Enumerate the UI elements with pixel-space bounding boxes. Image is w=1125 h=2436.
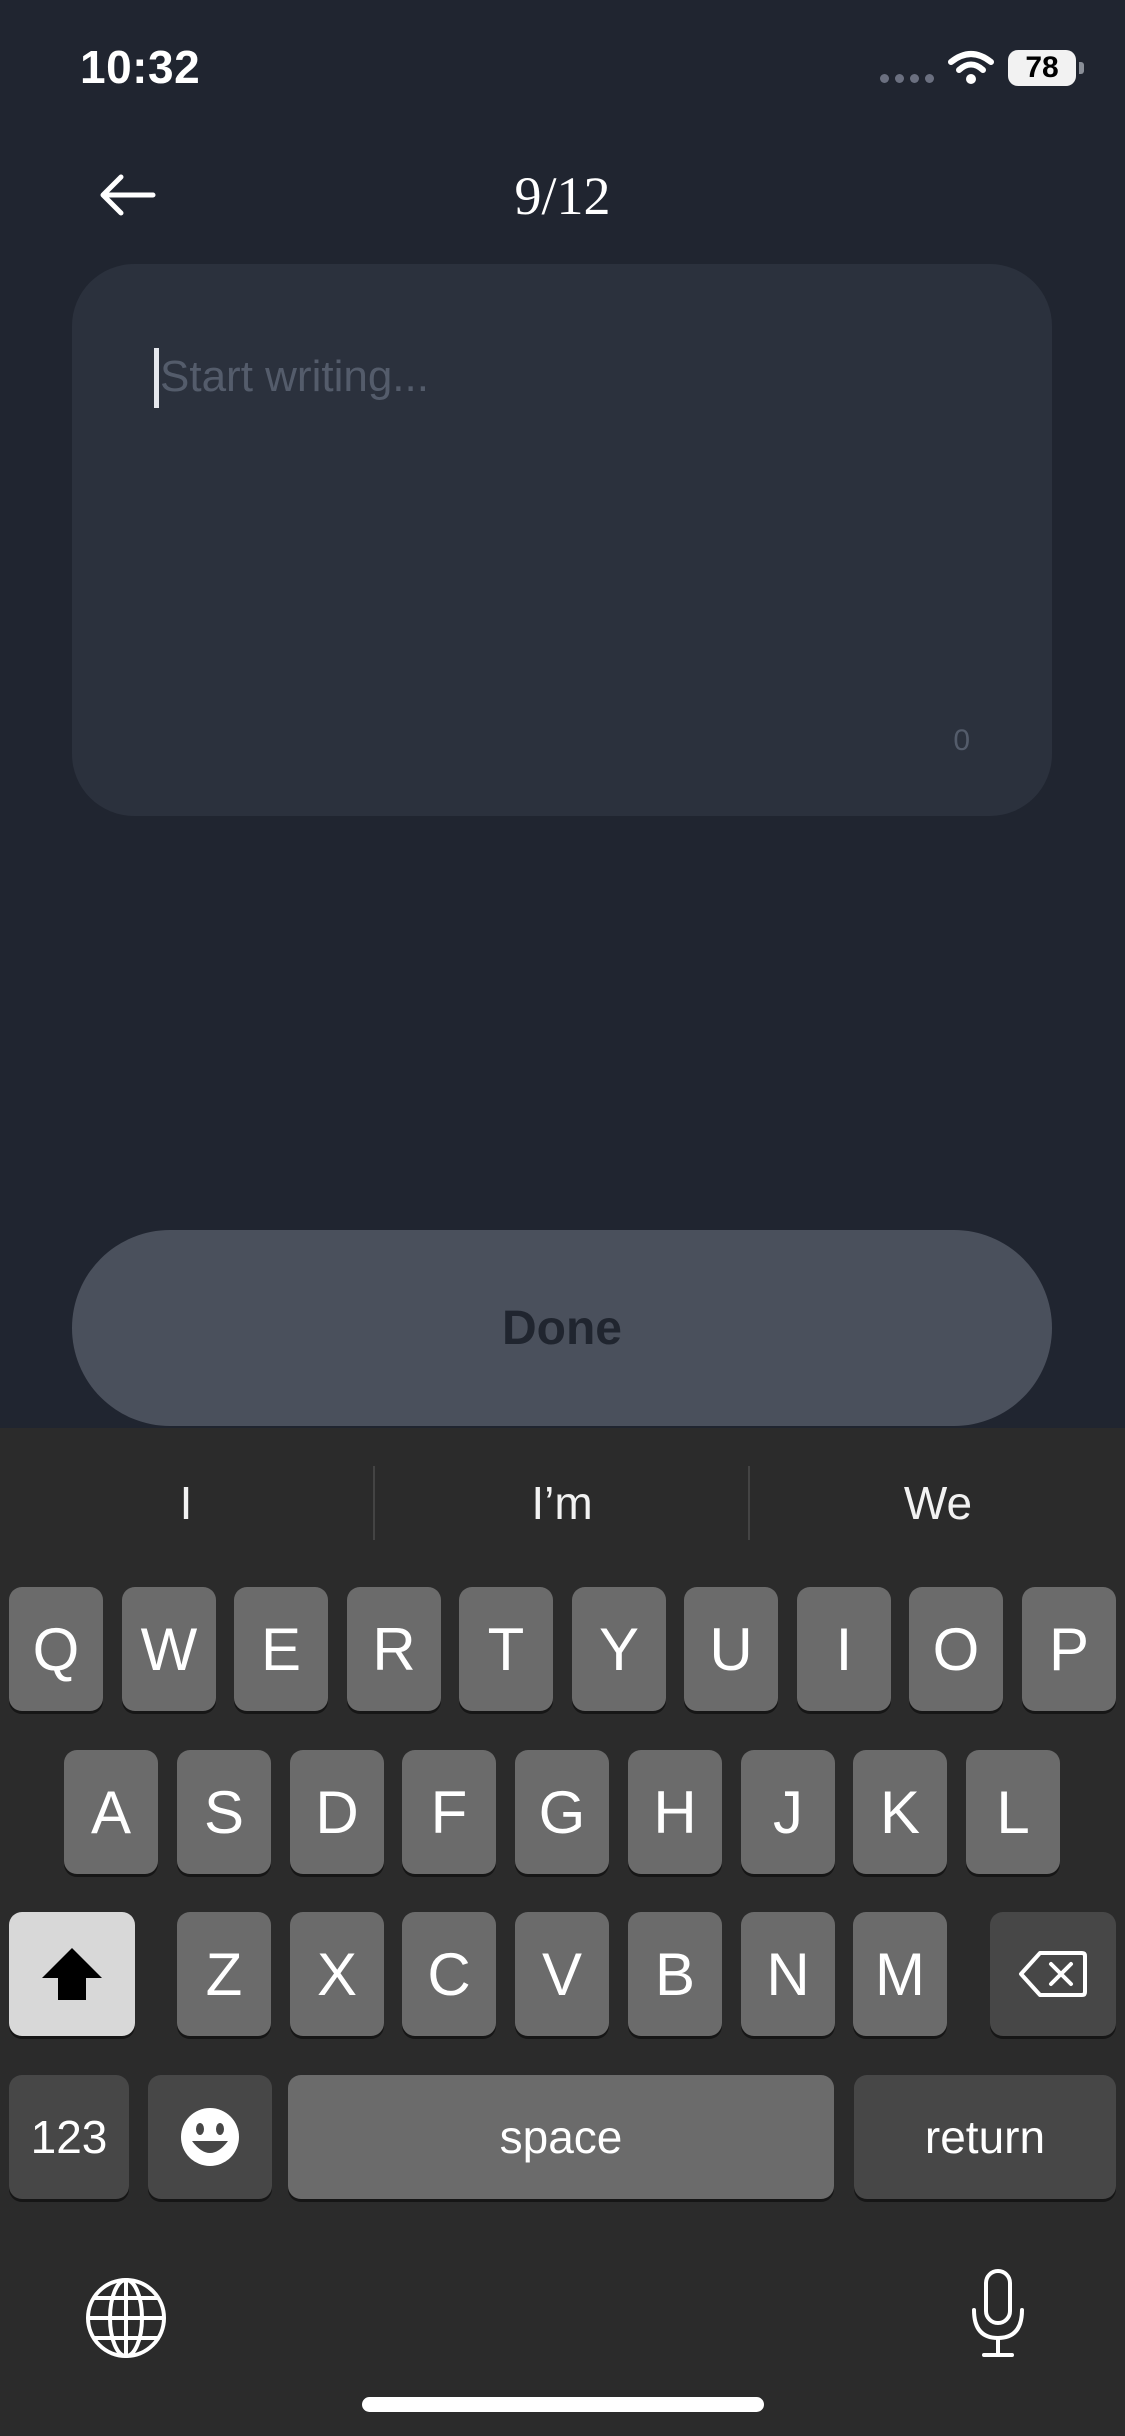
wifi-icon <box>948 51 994 84</box>
key-r[interactable]: R <box>347 1587 441 1711</box>
suggestion-bar: I I’m We <box>0 1428 1125 1578</box>
key-b[interactable]: B <box>628 1912 722 2036</box>
suggestion-1[interactable]: I <box>0 1428 372 1578</box>
text-placeholder: Start writing... <box>160 352 429 401</box>
text-cursor <box>154 348 159 408</box>
key-g[interactable]: G <box>515 1750 609 1874</box>
battery-nub <box>1079 62 1084 74</box>
emoji-key[interactable] <box>148 2075 272 2199</box>
key-a[interactable]: A <box>64 1750 158 1874</box>
cellular-signal-icon <box>880 74 934 83</box>
shift-icon <box>42 1948 102 2000</box>
battery-icon: 78 <box>1008 50 1076 86</box>
key-p[interactable]: P <box>1022 1587 1116 1711</box>
done-button[interactable]: Done <box>72 1230 1052 1426</box>
page-counter: 9/12 <box>514 166 611 226</box>
suggestion-divider <box>748 1466 750 1540</box>
key-e[interactable]: E <box>234 1587 328 1711</box>
key-v[interactable]: V <box>515 1912 609 2036</box>
key-w[interactable]: W <box>122 1587 216 1711</box>
key-z[interactable]: Z <box>177 1912 271 2036</box>
key-j[interactable]: J <box>741 1750 835 1874</box>
key-i[interactable]: I <box>797 1587 891 1711</box>
globe-icon[interactable] <box>84 2276 168 2360</box>
journal-text-area[interactable]: Start writing... 0 <box>72 264 1052 816</box>
key-s[interactable]: S <box>177 1750 271 1874</box>
key-d[interactable]: D <box>290 1750 384 1874</box>
character-count: 0 <box>953 724 970 757</box>
suggestion-2[interactable]: I’m <box>376 1428 748 1578</box>
emoji-icon <box>181 2108 239 2166</box>
key-h[interactable]: H <box>628 1750 722 1874</box>
microphone-icon[interactable] <box>968 2268 1028 2360</box>
status-time: 10:32 <box>80 41 201 93</box>
key-m[interactable]: M <box>853 1912 947 2036</box>
key-f[interactable]: F <box>402 1750 496 1874</box>
key-k[interactable]: K <box>853 1750 947 1874</box>
key-l[interactable]: L <box>966 1750 1060 1874</box>
key-x[interactable]: X <box>290 1912 384 2036</box>
key-t[interactable]: T <box>459 1587 553 1711</box>
key-o[interactable]: O <box>909 1587 1003 1711</box>
shift-key[interactable] <box>9 1912 135 2036</box>
suggestion-3[interactable]: We <box>752 1428 1124 1578</box>
suggestion-divider <box>373 1466 375 1540</box>
space-key[interactable]: space <box>288 2075 834 2199</box>
backspace-icon <box>1019 1951 1087 1997</box>
backspace-key[interactable] <box>990 1912 1116 2036</box>
key-u[interactable]: U <box>684 1587 778 1711</box>
key-n[interactable]: N <box>741 1912 835 2036</box>
key-q[interactable]: Q <box>9 1587 103 1711</box>
key-c[interactable]: C <box>402 1912 496 2036</box>
key-y[interactable]: Y <box>572 1587 666 1711</box>
home-indicator[interactable] <box>362 2397 764 2412</box>
numbers-key[interactable]: 123 <box>9 2075 129 2199</box>
return-key[interactable]: return <box>854 2075 1116 2199</box>
